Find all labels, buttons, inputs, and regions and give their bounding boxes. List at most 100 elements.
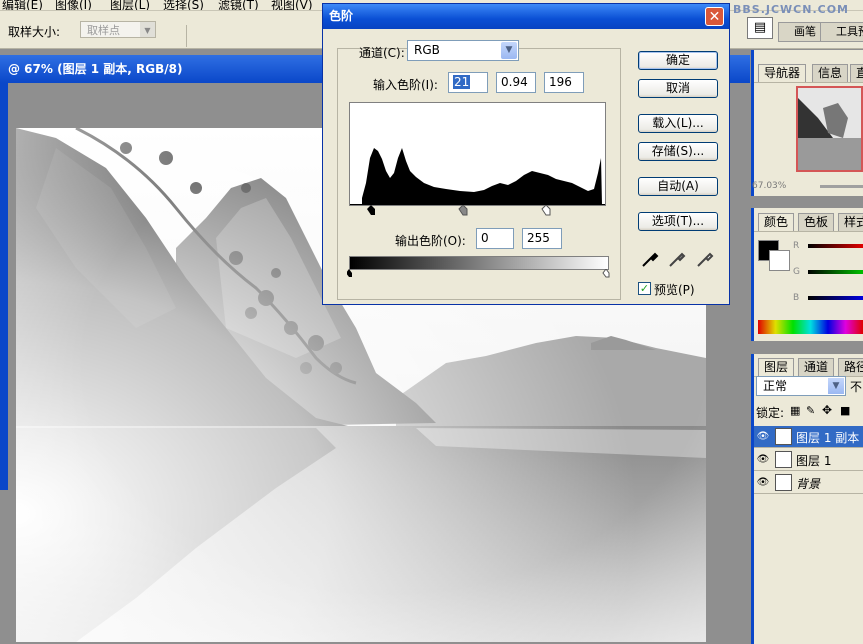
levels-dialog: 色阶 ✕ 通道(C): RGB ▼ 输入色阶(I): 21 0.94 196 输…: [322, 3, 730, 305]
menu-select[interactable]: 选择(S): [163, 0, 204, 10]
output-sliders[interactable]: [347, 269, 611, 279]
sample-size-select[interactable]: 取样点 ▼: [80, 21, 156, 38]
green-slider[interactable]: [808, 270, 863, 274]
menu-layer[interactable]: 图层(L): [110, 0, 150, 10]
lock-brush-icon[interactable]: ✎: [806, 404, 815, 417]
output-gradient: [349, 256, 609, 270]
tab-channels[interactable]: 通道: [798, 358, 835, 376]
tab-swatches[interactable]: 色板: [798, 213, 835, 231]
eye-icon[interactable]: 👁: [756, 430, 770, 444]
color-tabs: 颜色 色板 样式: [754, 213, 863, 232]
lock-move-icon[interactable]: ✥: [822, 403, 832, 417]
layer-name: 图层 1 副本: [796, 431, 860, 445]
lock-label: 锁定:: [756, 406, 785, 420]
menu-view[interactable]: 视图(V): [271, 0, 313, 10]
input-black-value: 21: [453, 75, 471, 89]
layer-row[interactable]: 👁 背景: [754, 472, 863, 494]
red-slider[interactable]: [808, 244, 863, 248]
blue-slider[interactable]: [808, 296, 863, 300]
chevron-down-icon: ▼: [140, 22, 155, 37]
white-eyedropper-icon[interactable]: [696, 250, 714, 268]
layer-name: 背景: [796, 477, 821, 491]
tab-color[interactable]: 颜色: [758, 213, 795, 231]
blend-mode-select[interactable]: 正常 ▼: [756, 376, 846, 396]
layers-panel: 图层 通道 路径 正常 ▼ 不 锁定: ▦ ✎ ✥ ■: [751, 354, 863, 644]
black-point-slider[interactable]: [367, 205, 375, 215]
load-button[interactable]: 载入(L)...: [638, 114, 718, 133]
layers-tabs: 图层 通道 路径: [754, 358, 863, 377]
ok-button[interactable]: 确定: [638, 51, 718, 70]
tab-styles[interactable]: 样式: [838, 213, 863, 231]
cancel-button[interactable]: 取消: [638, 79, 718, 98]
layer-thumbnail: [775, 428, 792, 445]
blue-channel-label: B: [793, 293, 800, 303]
output-levels-label: 输出色阶(O):: [395, 234, 466, 248]
input-white-field[interactable]: 196: [544, 72, 584, 93]
chevron-down-icon: ▼: [501, 42, 517, 59]
tab-info[interactable]: 信息: [812, 64, 849, 82]
background-color-swatch[interactable]: [769, 250, 790, 271]
color-panel: 颜色 色板 样式 R G B: [751, 208, 863, 341]
tab-histogram[interactable]: 直: [850, 64, 863, 82]
gamma-slider[interactable]: [458, 205, 468, 216]
layer-thumbnail: [775, 474, 792, 491]
layer-thumbnail: [775, 451, 792, 468]
file-browser-icon: ▤: [753, 20, 767, 35]
white-point-slider[interactable]: [541, 205, 551, 216]
layer-row[interactable]: 👁 图层 1 副本: [754, 426, 863, 448]
preview-checkbox[interactable]: ✓: [638, 282, 651, 295]
histogram-graph: [350, 148, 605, 206]
zoom-readout[interactable]: 67.03%: [752, 181, 786, 191]
eye-icon[interactable]: 👁: [756, 476, 770, 490]
channel-select[interactable]: RGB ▼: [407, 40, 519, 61]
output-black-field[interactable]: 0: [476, 228, 514, 249]
auto-button[interactable]: 自动(A): [638, 177, 718, 196]
opacity-label: 不: [850, 380, 863, 394]
toolbar-divider: [186, 25, 187, 47]
options-button[interactable]: 选项(T)...: [638, 212, 718, 231]
gray-eyedropper-icon[interactable]: [668, 250, 686, 268]
output-white-slider[interactable]: [602, 269, 610, 278]
watermark: BBS.JCWCN.COM: [733, 3, 849, 16]
chevron-down-icon: ▼: [828, 378, 844, 394]
navigator-thumbnail: [798, 88, 861, 170]
navigator-tabs: 导航器 信息 直: [754, 64, 863, 83]
color-spectrum-bar[interactable]: [758, 320, 863, 334]
menu-edit[interactable]: 编辑(E): [2, 0, 43, 10]
input-gamma-field[interactable]: 0.94: [496, 72, 536, 93]
tab-paths[interactable]: 路径: [838, 358, 863, 376]
menu-image[interactable]: 图像(I): [55, 0, 92, 10]
red-channel-label: R: [793, 241, 800, 251]
histogram: [349, 102, 606, 206]
green-channel-label: G: [793, 267, 800, 277]
eye-icon[interactable]: 👁: [756, 453, 770, 467]
layer-row[interactable]: 👁 图层 1: [754, 449, 863, 471]
palette-toggle-button[interactable]: ▤: [747, 17, 773, 39]
channel-value: RGB: [414, 43, 440, 57]
output-white-field[interactable]: 255: [522, 228, 562, 249]
preview-label: 预览(P): [654, 283, 695, 297]
tab-tool-presets[interactable]: 工具预: [820, 22, 863, 42]
save-button[interactable]: 存储(S)...: [638, 142, 718, 161]
black-eyedropper-icon[interactable]: [641, 250, 659, 268]
close-icon: ✕: [708, 9, 721, 25]
sample-size-label: 取样大小:: [8, 25, 61, 39]
tab-layers[interactable]: 图层: [758, 358, 795, 376]
navigator-preview[interactable]: [796, 86, 863, 172]
channel-label: 通道(C):: [359, 46, 405, 60]
lock-all-icon[interactable]: ■: [840, 404, 850, 417]
check-icon: ✓: [639, 282, 650, 295]
input-levels-label: 输入色阶(I):: [373, 78, 438, 92]
zoom-slider[interactable]: [820, 185, 863, 188]
input-sliders[interactable]: [349, 205, 609, 217]
lock-transparency-icon[interactable]: ▦: [790, 404, 800, 417]
sample-size-value: 取样点: [87, 24, 120, 37]
output-black-slider[interactable]: [347, 269, 352, 277]
dialog-title[interactable]: 色阶: [323, 4, 729, 29]
layer-name: 图层 1: [796, 454, 832, 468]
menu-filter[interactable]: 滤镜(T): [218, 0, 259, 10]
input-black-field[interactable]: 21: [448, 72, 488, 93]
close-button[interactable]: ✕: [705, 7, 724, 26]
tab-navigator[interactable]: 导航器: [758, 64, 807, 82]
document-frame-inner: [8, 83, 14, 490]
